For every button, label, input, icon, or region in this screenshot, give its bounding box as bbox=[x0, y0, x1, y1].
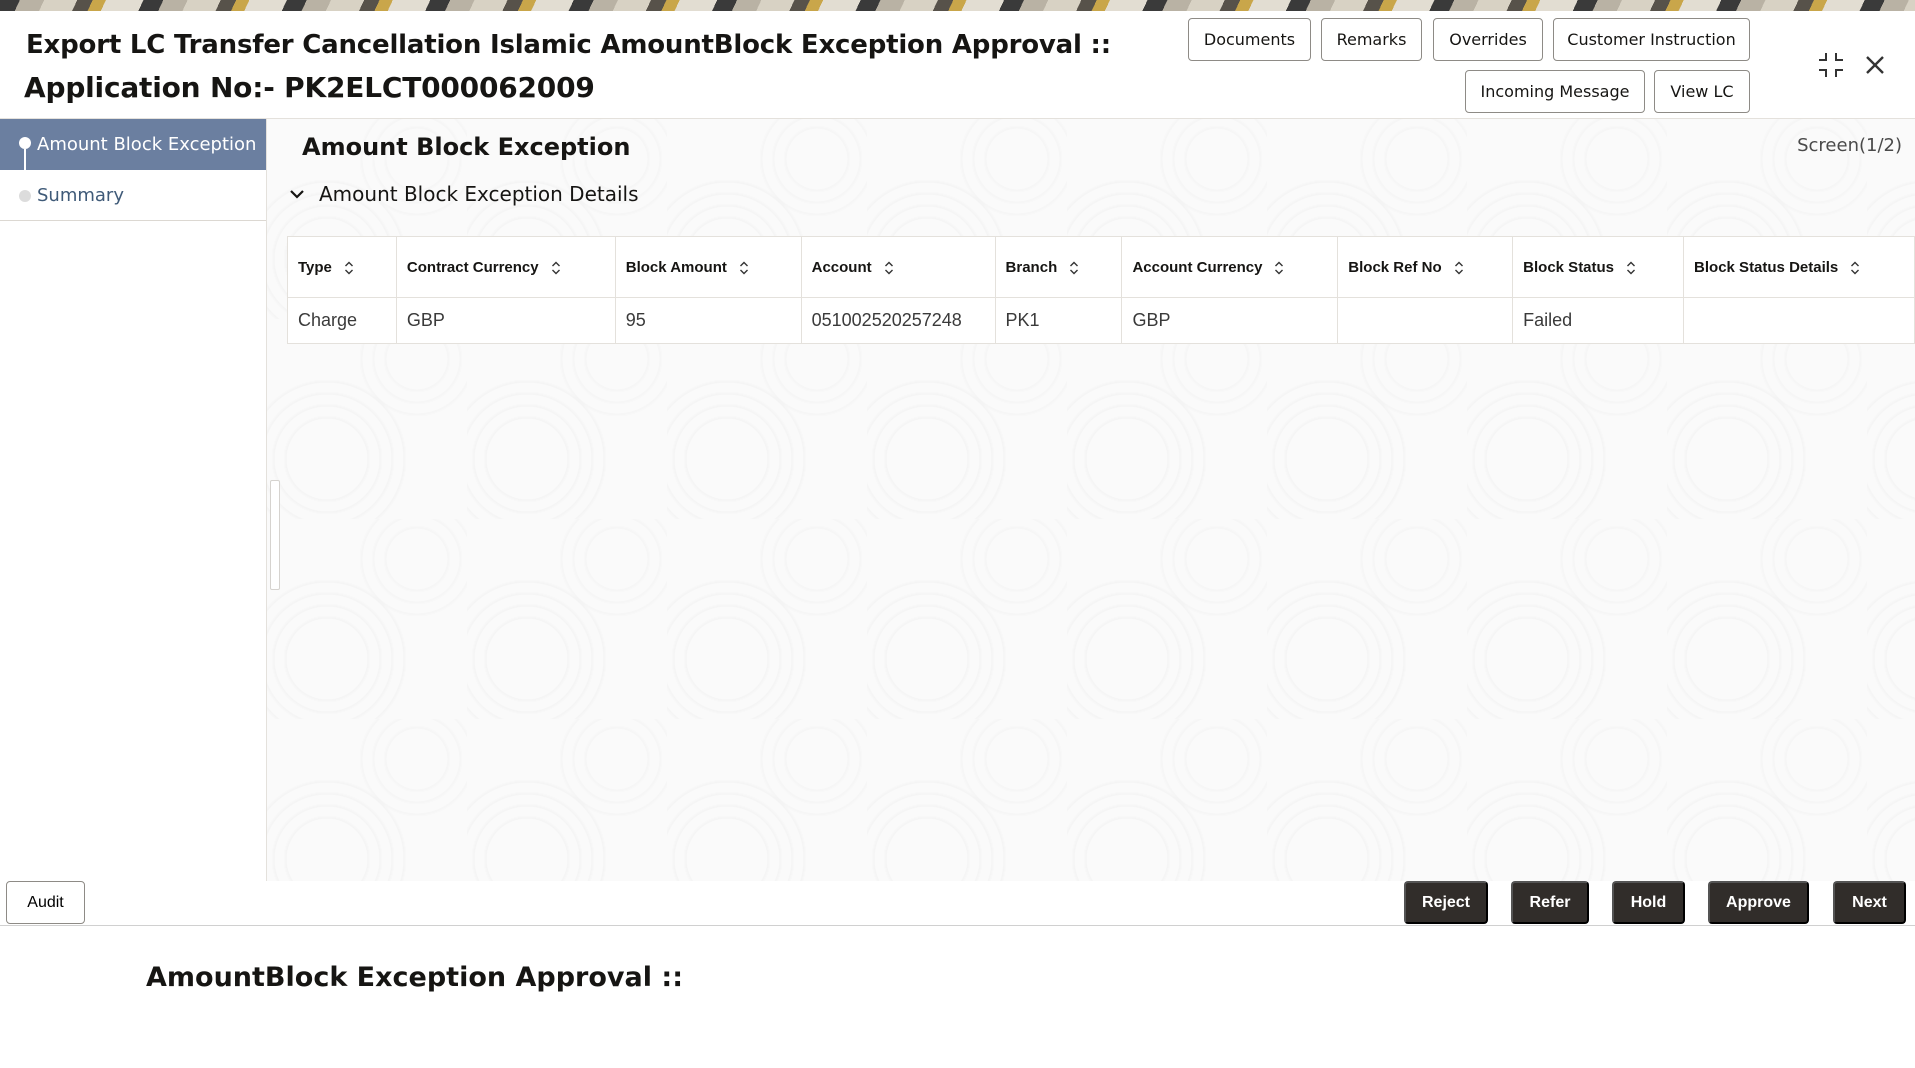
sidebar-item-summary[interactable]: Summary bbox=[0, 170, 266, 221]
application-number: Application No:- PK2ELCT000062009 bbox=[24, 71, 595, 104]
sort-icon bbox=[344, 261, 353, 275]
customer-instruction-button[interactable]: Customer Instruction bbox=[1553, 18, 1750, 61]
minimize-expand-icon[interactable] bbox=[1816, 50, 1846, 80]
page-header: Export LC Transfer Cancellation Islamic … bbox=[0, 11, 1915, 119]
incoming-message-button[interactable]: Incoming Message bbox=[1465, 70, 1645, 113]
divider bbox=[0, 925, 1915, 926]
sort-icon bbox=[739, 261, 748, 275]
sidebar-item-label: Amount Block Exception bbox=[37, 134, 257, 155]
page-title: Export LC Transfer Cancellation Islamic … bbox=[26, 30, 1111, 60]
close-icon[interactable] bbox=[1860, 50, 1890, 80]
sort-icon bbox=[1627, 261, 1636, 275]
sort-icon bbox=[884, 261, 893, 275]
audit-button[interactable]: Audit bbox=[6, 881, 85, 924]
cell-account-currency: GBP bbox=[1121, 297, 1339, 344]
column-header-block-status[interactable]: Block Status bbox=[1512, 236, 1685, 298]
table-row[interactable]: Charge GBP 95 051002520257248 PK1 GBP Fa… bbox=[287, 297, 1915, 344]
cell-block-ref-no bbox=[1337, 297, 1514, 344]
section-title: Amount Block Exception Details bbox=[319, 182, 639, 206]
sort-icon bbox=[1275, 261, 1284, 275]
column-header-contract-currency[interactable]: Contract Currency bbox=[395, 236, 616, 298]
chevron-down-icon bbox=[290, 190, 304, 199]
overrides-button[interactable]: Overrides bbox=[1433, 18, 1543, 61]
column-header-block-status-details[interactable]: Block Status Details bbox=[1683, 236, 1915, 298]
next-button[interactable]: Next bbox=[1833, 881, 1906, 924]
panel-resize-handle[interactable] bbox=[270, 480, 280, 590]
cell-block-status: Failed bbox=[1512, 297, 1685, 344]
main-content: Amount Block Exception Screen(1/2) Amoun… bbox=[267, 119, 1915, 881]
bottom-page-title: AmountBlock Exception Approval :: bbox=[146, 962, 683, 993]
sort-icon bbox=[1070, 261, 1079, 275]
step-inactive-dot-icon bbox=[19, 190, 31, 202]
column-header-branch[interactable]: Branch bbox=[994, 236, 1123, 298]
cell-branch: PK1 bbox=[994, 297, 1123, 344]
column-header-block-amount[interactable]: Block Amount bbox=[614, 236, 802, 298]
cell-block-status-details bbox=[1683, 297, 1915, 344]
remarks-button[interactable]: Remarks bbox=[1321, 18, 1422, 61]
table-header-row: Type Contract Currency Block Amount Acco… bbox=[287, 236, 1915, 298]
section-toggle-amount-block-details[interactable]: Amount Block Exception Details bbox=[287, 182, 639, 206]
refer-button[interactable]: Refer bbox=[1511, 881, 1589, 924]
sidebar-item-label: Summary bbox=[37, 184, 124, 206]
sidebar-item-amount-block-exception[interactable]: Amount Block Exception bbox=[0, 119, 266, 191]
reject-button[interactable]: Reject bbox=[1404, 881, 1488, 924]
column-header-type[interactable]: Type bbox=[287, 236, 397, 298]
sort-icon bbox=[551, 261, 560, 275]
cell-account: 051002520257248 bbox=[800, 297, 996, 344]
column-header-account-currency[interactable]: Account Currency bbox=[1121, 236, 1339, 298]
column-header-account[interactable]: Account bbox=[800, 236, 996, 298]
sort-icon bbox=[1454, 261, 1463, 275]
top-decorative-banner bbox=[0, 0, 1915, 11]
documents-button[interactable]: Documents bbox=[1188, 18, 1311, 61]
amount-block-table: Type Contract Currency Block Amount Acco… bbox=[287, 236, 1915, 344]
section-page-title: Amount Block Exception bbox=[302, 133, 631, 161]
step-active-dot-icon bbox=[19, 137, 31, 149]
cell-type: Charge bbox=[287, 297, 397, 344]
hold-button[interactable]: Hold bbox=[1612, 881, 1685, 924]
action-footer: Audit Reject Refer Hold Approve Next bbox=[0, 881, 1915, 925]
view-lc-button[interactable]: View LC bbox=[1654, 70, 1750, 113]
cell-contract-currency: GBP bbox=[395, 297, 616, 344]
sidebar-nav: Amount Block Exception Summary bbox=[0, 119, 267, 881]
sort-icon bbox=[1851, 261, 1860, 275]
screen-indicator: Screen(1/2) bbox=[1797, 135, 1902, 156]
column-header-block-ref-no[interactable]: Block Ref No bbox=[1337, 236, 1514, 298]
approve-button[interactable]: Approve bbox=[1708, 881, 1809, 924]
cell-block-amount: 95 bbox=[614, 297, 802, 344]
